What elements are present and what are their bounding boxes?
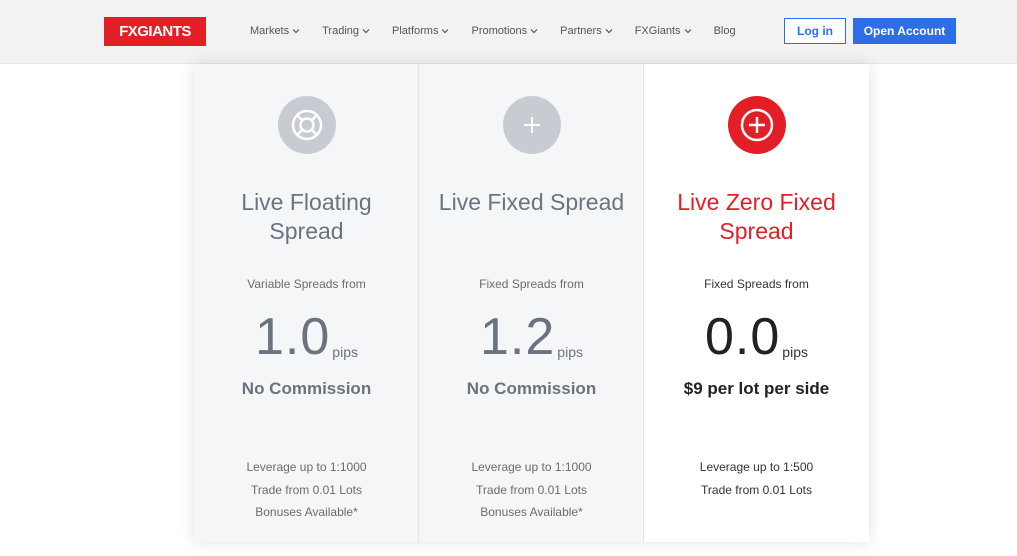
lifebuoy-icon	[278, 96, 336, 154]
feature-item: Leverage up to 1:1000	[471, 460, 592, 474]
chevron-down-icon	[292, 29, 300, 34]
card-title: Live Zero Fixed Spread	[677, 189, 836, 244]
feature-item: Leverage up to 1:1000	[246, 460, 367, 474]
site-header: FXGIANTS Markets Trading Platforms Promo…	[0, 0, 1017, 64]
card-subtitle: Fixed Spreads from	[479, 277, 584, 291]
spread-value: 1.0	[255, 308, 331, 366]
nav-trading[interactable]: Trading	[322, 25, 370, 37]
features-list: Leverage up to 1:1000 Trade from 0.01 Lo…	[419, 456, 644, 524]
commission-text: No Commission	[466, 379, 597, 398]
main-nav: Markets Trading Platforms Promotions Par…	[250, 22, 758, 40]
chevron-down-icon	[442, 29, 449, 34]
commission-text: $9 per lot per side	[683, 379, 830, 398]
feature-item: Bonuses Available*	[480, 505, 583, 519]
card-subtitle: Variable Spreads from	[247, 277, 366, 291]
chevron-down-icon	[605, 29, 613, 34]
feature-item: Bonuses Available*	[255, 505, 358, 519]
card-title: Live Fixed Spread	[438, 189, 625, 215]
commission-text: No Commission	[241, 379, 372, 398]
nav-label: Promotions	[471, 25, 528, 37]
nav-partners[interactable]: Partners	[560, 25, 613, 37]
chevron-down-icon	[362, 29, 370, 34]
spread-row: 0.0 pips	[644, 306, 869, 366]
nav-blog[interactable]: Blog	[714, 25, 736, 37]
nav-fxgiants[interactable]: FXGiants	[635, 25, 692, 37]
nav-label: Blog	[713, 25, 736, 37]
plus-circle-icon	[728, 96, 786, 154]
spread-unit: pips	[332, 344, 358, 360]
spread-unit: pips	[782, 344, 808, 360]
features-list: Leverage up to 1:1000 Trade from 0.01 Lo…	[194, 456, 419, 524]
spread-unit: pips	[557, 344, 583, 360]
card-live-floating-spread: Live Floating Spread Variable Spreads fr…	[194, 64, 419, 542]
card-live-fixed-spread: Live Fixed Spread Fixed Spreads from 1.2…	[419, 64, 644, 542]
feature-item: Trade from 0.01 Lots	[701, 482, 812, 497]
feature-item: Leverage up to 1:500	[699, 460, 814, 474]
card-title: Live Floating Spread	[241, 189, 372, 244]
open-account-button[interactable]: Open Account	[853, 18, 956, 44]
features-list: Leverage up to 1:500 Trade from 0.01 Lot…	[644, 456, 869, 501]
nav-platforms[interactable]: Platforms	[392, 25, 449, 37]
card-subtitle: Fixed Spreads from	[704, 277, 809, 291]
fxgiants-logo[interactable]: FXGIANTS	[104, 17, 206, 46]
spread-value: 0.0	[705, 308, 781, 366]
nav-label: Trading	[322, 25, 360, 37]
card-live-zero-fixed-spread: Live Zero Fixed Spread Fixed Spreads fro…	[644, 64, 869, 542]
chevron-down-icon	[684, 29, 691, 34]
spread-row: 1.0 pips	[194, 306, 419, 366]
nav-label: FXGiants	[634, 25, 681, 37]
nav-markets[interactable]: Markets	[250, 25, 300, 37]
nav-label: Markets	[250, 25, 290, 37]
plus-icon	[503, 96, 561, 154]
feature-item: Trade from 0.01 Lots	[251, 482, 362, 497]
login-button[interactable]: Log in	[784, 18, 846, 44]
spread-row: 1.2 pips	[419, 306, 644, 366]
nav-promotions[interactable]: Promotions	[471, 25, 538, 37]
chevron-down-icon	[530, 29, 538, 34]
nav-label: Partners	[560, 25, 602, 37]
feature-item: Trade from 0.01 Lots	[476, 482, 587, 497]
account-types: Live Floating Spread Variable Spreads fr…	[194, 64, 869, 542]
nav-label: Platforms	[392, 25, 439, 37]
spread-value: 1.2	[480, 308, 556, 366]
